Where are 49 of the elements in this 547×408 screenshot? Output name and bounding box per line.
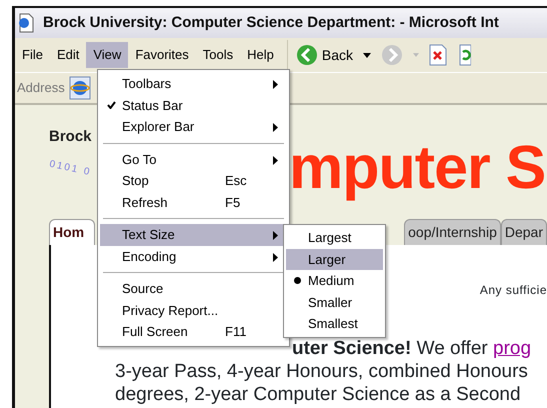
- page-tab[interactable]: oop/Internship: [404, 219, 501, 245]
- menu-item[interactable]: Explorer Bar: [100, 116, 287, 138]
- submenu-arrow-icon: [273, 156, 278, 165]
- refresh-icon[interactable]: [459, 44, 472, 66]
- menu-item[interactable]: Favorites: [128, 42, 196, 68]
- menu-item[interactable]: Medium: [286, 270, 383, 292]
- submenu-arrow-icon: [273, 123, 278, 132]
- shortcut-text: Esc: [225, 173, 247, 188]
- menu-item[interactable]: Smallest: [286, 313, 383, 334]
- menu-item[interactable]: Stop Esc: [100, 170, 287, 192]
- menu-item[interactable]: Smaller: [286, 292, 383, 313]
- site-name: Brock: [49, 127, 92, 147]
- menu-item[interactable]: Status Bar: [100, 94, 287, 116]
- shortcut-text: F11: [225, 324, 246, 339]
- submenu-arrow-icon: [273, 80, 278, 90]
- shortcut-text: F5: [225, 194, 240, 210]
- window-title: Brock University: Computer Science Department: - Microsoft Int: [43, 12, 499, 33]
- dropdown-caret-icon[interactable]: [363, 52, 372, 58]
- programs-link[interactable]: prog: [493, 338, 532, 359]
- menu-item[interactable]: View: [86, 42, 128, 68]
- paragraph-line: 3-year Pass, 4-year Honours, combined Honours: [115, 360, 529, 383]
- page-tab[interactable]: Depar: [500, 219, 547, 245]
- menu-item[interactable]: Encoding: [100, 246, 287, 267]
- back-button[interactable]: Back: [296, 44, 354, 66]
- menu-item[interactable]: Toolbars: [100, 73, 287, 94]
- menu-item[interactable]: Larger: [286, 248, 383, 270]
- menu-item[interactable]: Source: [100, 278, 287, 300]
- submenu-arrow-icon: [273, 252, 278, 262]
- address-label: Address: [17, 79, 65, 98]
- notice-text: Any sufficie: [480, 282, 547, 299]
- menu-item[interactable]: Help: [240, 42, 281, 68]
- binary-logo-text: 0101 0: [48, 157, 93, 180]
- menu-item[interactable]: Refresh F5: [100, 192, 287, 213]
- stop-icon[interactable]: [429, 44, 448, 66]
- intro-paragraph: uter Science! We offer prog: [292, 337, 532, 360]
- menu-item[interactable]: Go To: [100, 148, 287, 170]
- page-tab[interactable]: Hom: [49, 219, 95, 245]
- menu-item[interactable]: File: [15, 42, 50, 68]
- paragraph-line: degrees, 2-year Computer Science as a Second: [115, 383, 522, 406]
- radio-bullet-icon: [294, 277, 300, 284]
- menu-item[interactable]: Full Screen F11: [100, 321, 287, 342]
- submenu-arrow-icon: [273, 231, 278, 240]
- page-icon: [17, 13, 35, 33]
- checkmark-icon: [106, 101, 116, 110]
- menu-item[interactable]: Edit: [50, 42, 86, 68]
- menu-item[interactable]: Privacy Report...: [100, 300, 287, 321]
- menu-item[interactable]: Largest: [286, 227, 383, 248]
- menu-item[interactable]: Tools: [196, 42, 240, 68]
- page-icon: [68, 76, 91, 100]
